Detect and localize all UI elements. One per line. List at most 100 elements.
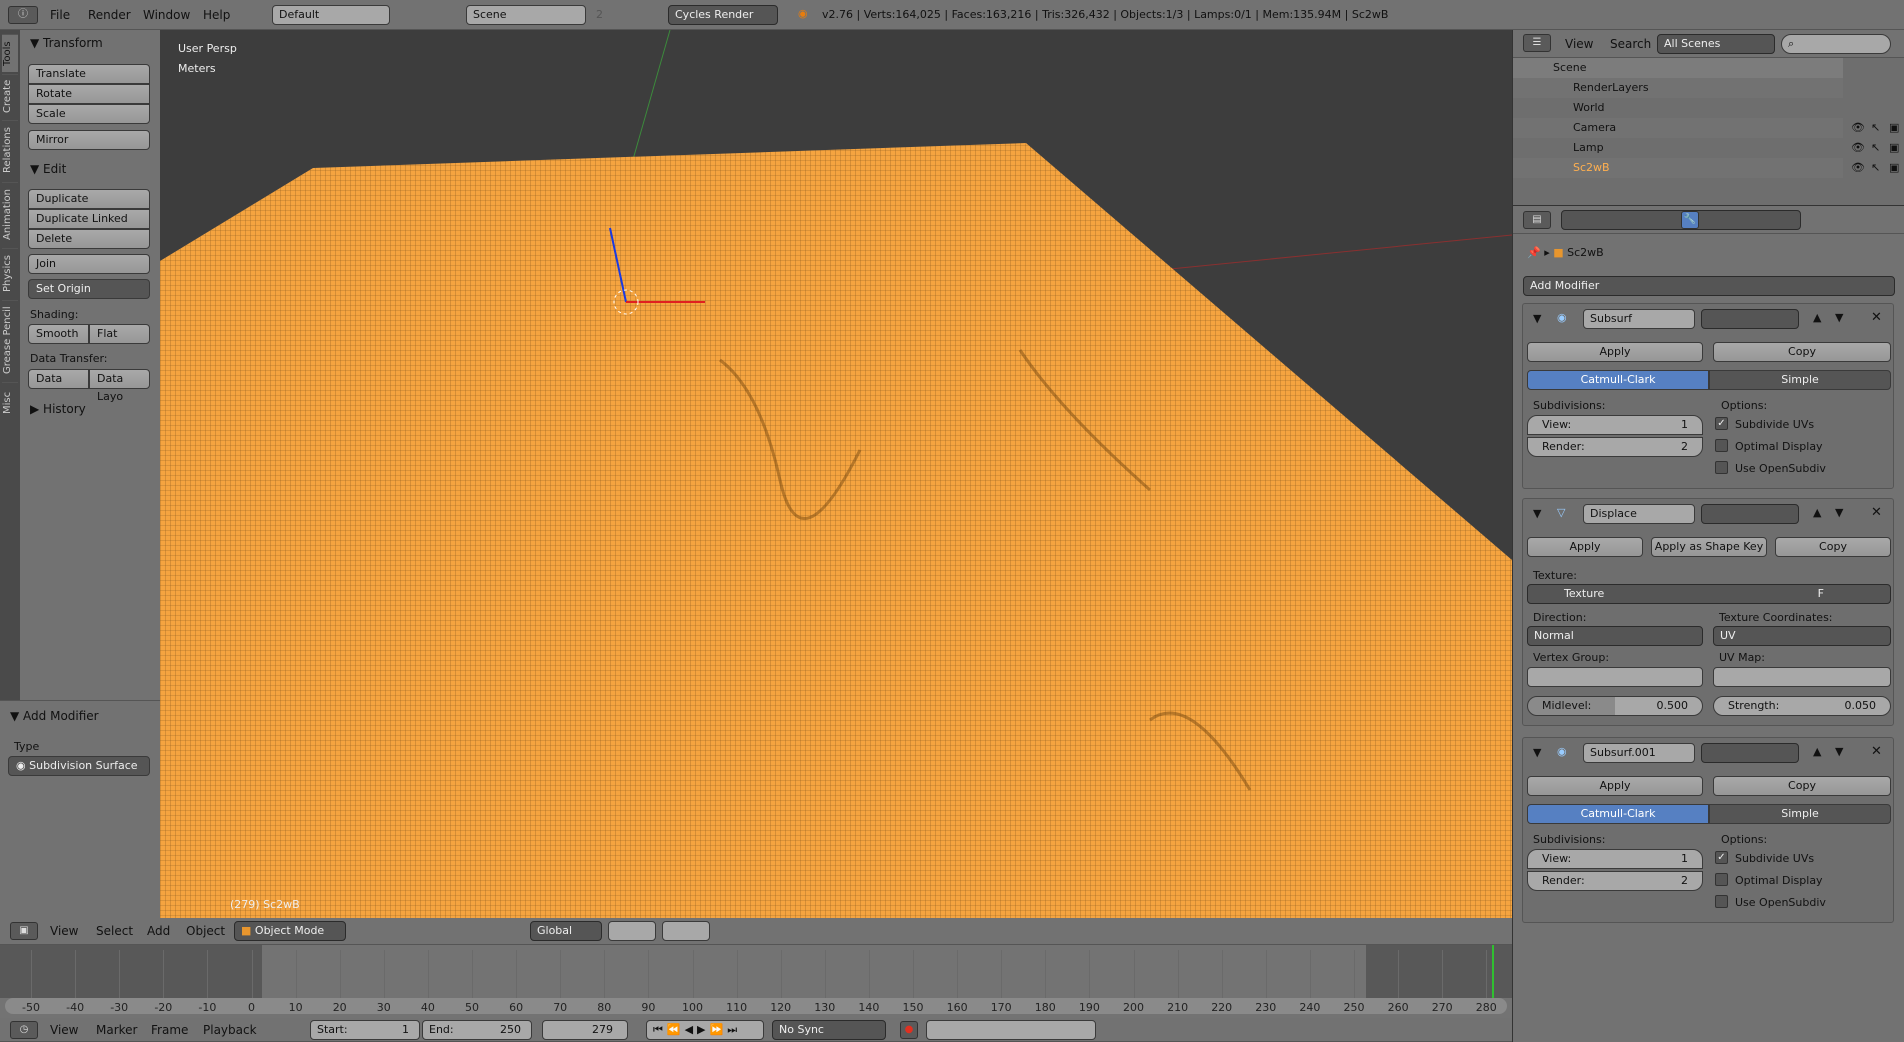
- record-icon[interactable]: ●: [900, 1021, 918, 1039]
- data-button[interactable]: Data: [28, 369, 89, 389]
- apply-button[interactable]: Apply: [1527, 537, 1643, 557]
- search-input[interactable]: ⌕: [1781, 34, 1891, 54]
- menu-view[interactable]: View: [50, 1018, 78, 1042]
- apply-as-shape-key-button[interactable]: Apply as Shape Key: [1651, 537, 1767, 557]
- timeline[interactable]: [0, 945, 1512, 1018]
- editor-type-icon[interactable]: ▣: [10, 922, 38, 940]
- duplicate-linked-button[interactable]: Duplicate Linked: [28, 209, 150, 229]
- render-levels-field[interactable]: Render: 2: [1527, 871, 1703, 891]
- menu-select[interactable]: Select: [96, 918, 133, 945]
- modifier-type-select[interactable]: ◉ Subdivision Surface: [8, 756, 150, 776]
- tab-physics[interactable]: Physics: [2, 248, 18, 298]
- menu-help[interactable]: Help: [203, 0, 230, 30]
- smooth-button[interactable]: Smooth: [28, 324, 89, 344]
- midlevel-slider[interactable]: Midlevel: 0.500: [1527, 696, 1703, 716]
- render-camera-icon[interactable]: ▣: [1889, 161, 1899, 174]
- simple-button[interactable]: Simple: [1709, 804, 1891, 824]
- display-mode-select[interactable]: All Scenes: [1657, 34, 1775, 54]
- visibility-eye-icon[interactable]: 👁: [1851, 161, 1865, 174]
- editor-type-icon[interactable]: ▤: [1523, 211, 1551, 229]
- optimal-display-checkbox[interactable]: [1715, 873, 1728, 886]
- modifier-name-field[interactable]: Subsurf.001: [1583, 743, 1695, 763]
- strength-field[interactable]: Strength: 0.050: [1713, 696, 1891, 716]
- layout-select[interactable]: Default: [272, 5, 390, 25]
- visibility-eye-icon[interactable]: 👁: [1851, 141, 1865, 154]
- move-down-icon[interactable]: ▼: [1835, 745, 1843, 758]
- keying-set-field[interactable]: [926, 1020, 1096, 1040]
- delete-button[interactable]: Delete: [28, 229, 150, 249]
- outliner-item[interactable]: RenderLayers: [1513, 78, 1843, 98]
- layers-grid-2[interactable]: [662, 921, 710, 941]
- layers-grid[interactable]: [608, 921, 656, 941]
- flat-button[interactable]: Flat: [89, 324, 150, 344]
- move-up-icon[interactable]: ▲: [1813, 506, 1821, 519]
- operator-panel-header[interactable]: ▼ Add Modifier: [10, 709, 99, 723]
- apply-button[interactable]: Apply: [1527, 776, 1703, 796]
- menu-render[interactable]: Render: [88, 0, 131, 30]
- editor-type-icon[interactable]: ◷: [10, 1021, 38, 1039]
- uv-map-field[interactable]: [1713, 667, 1891, 687]
- vertex-group-field[interactable]: [1527, 667, 1703, 687]
- use-opensubdiv-checkbox[interactable]: [1715, 895, 1728, 908]
- collapse-arrow-icon[interactable]: ▼: [1533, 312, 1541, 325]
- subdivide-uvs-checkbox[interactable]: ✓: [1715, 417, 1728, 430]
- move-up-icon[interactable]: ▲: [1813, 745, 1821, 758]
- mode-select[interactable]: ■ Object Mode: [234, 921, 346, 941]
- set-origin-select[interactable]: Set Origin: [28, 279, 150, 299]
- view-levels-field[interactable]: View: 1: [1527, 415, 1703, 435]
- copy-button[interactable]: Copy: [1775, 537, 1891, 557]
- sync-select[interactable]: No Sync: [772, 1020, 886, 1040]
- apply-button[interactable]: Apply: [1527, 342, 1703, 362]
- close-icon[interactable]: ✕: [1871, 310, 1882, 325]
- join-button[interactable]: Join: [28, 254, 150, 274]
- tab-relations[interactable]: Relations: [2, 120, 18, 180]
- modifier-display-toggles[interactable]: [1701, 504, 1799, 524]
- move-down-icon[interactable]: ▼: [1835, 311, 1843, 324]
- select-arrow-icon[interactable]: ↖: [1871, 121, 1880, 134]
- render-camera-icon[interactable]: ▣: [1889, 141, 1899, 154]
- menu-search[interactable]: Search: [1610, 30, 1651, 58]
- mirror-button[interactable]: Mirror: [28, 130, 150, 150]
- rotate-button[interactable]: Rotate: [28, 84, 150, 104]
- menu-object[interactable]: Object: [186, 918, 225, 945]
- tab-grease-pencil[interactable]: Grease Pencil: [2, 300, 18, 380]
- visibility-eye-icon[interactable]: 👁: [1851, 121, 1865, 134]
- frame-ruler[interactable]: [5, 998, 1507, 1014]
- menu-frame[interactable]: Frame: [151, 1018, 188, 1042]
- playback-controls[interactable]: ⏮⏪◀▶⏩⏭: [646, 1020, 764, 1040]
- copy-button[interactable]: Copy: [1713, 342, 1891, 362]
- edit-panel-header[interactable]: ▼ Edit: [30, 162, 66, 176]
- select-arrow-icon[interactable]: ↖: [1871, 161, 1880, 174]
- data-layout-button[interactable]: Data Layo: [89, 369, 150, 403]
- translate-button[interactable]: Translate: [28, 64, 150, 84]
- outliner-item[interactable]: Scene: [1513, 58, 1843, 78]
- menu-view[interactable]: View: [50, 918, 78, 945]
- add-modifier-select[interactable]: Add Modifier: [1523, 276, 1895, 296]
- render-levels-field[interactable]: Render: 2: [1527, 437, 1703, 457]
- current-frame-marker[interactable]: [1492, 945, 1494, 998]
- use-opensubdiv-checkbox[interactable]: [1715, 461, 1728, 474]
- 3d-viewport[interactable]: User Persp Meters (279) Sc2wB: [160, 30, 1512, 918]
- render-camera-icon[interactable]: ▣: [1889, 121, 1899, 134]
- tab-animation[interactable]: Animation: [2, 182, 18, 246]
- select-arrow-icon[interactable]: ↖: [1871, 141, 1880, 154]
- scale-button[interactable]: Scale: [28, 104, 150, 124]
- optimal-display-checkbox[interactable]: [1715, 439, 1728, 452]
- modifier-name-field[interactable]: Subsurf: [1583, 309, 1695, 329]
- modifier-display-toggles[interactable]: [1701, 743, 1799, 763]
- modifier-display-toggles[interactable]: [1701, 309, 1799, 329]
- menu-marker[interactable]: Marker: [96, 1018, 137, 1042]
- view-levels-field[interactable]: View: 1: [1527, 849, 1703, 869]
- close-icon[interactable]: ✕: [1871, 505, 1882, 520]
- outliner-item[interactable]: World: [1513, 98, 1843, 118]
- menu-playback[interactable]: Playback: [203, 1018, 257, 1042]
- close-icon[interactable]: ✕: [1871, 744, 1882, 759]
- tab-misc[interactable]: Misc: [2, 382, 18, 422]
- render-engine-select[interactable]: Cycles Render: [668, 5, 778, 25]
- copy-button[interactable]: Copy: [1713, 776, 1891, 796]
- editor-type-icon[interactable]: ☰: [1523, 34, 1551, 52]
- collapse-arrow-icon[interactable]: ▼: [1533, 746, 1541, 759]
- menu-add[interactable]: Add: [147, 918, 170, 945]
- move-up-icon[interactable]: ▲: [1813, 311, 1821, 324]
- collapse-arrow-icon[interactable]: ▼: [1533, 507, 1541, 520]
